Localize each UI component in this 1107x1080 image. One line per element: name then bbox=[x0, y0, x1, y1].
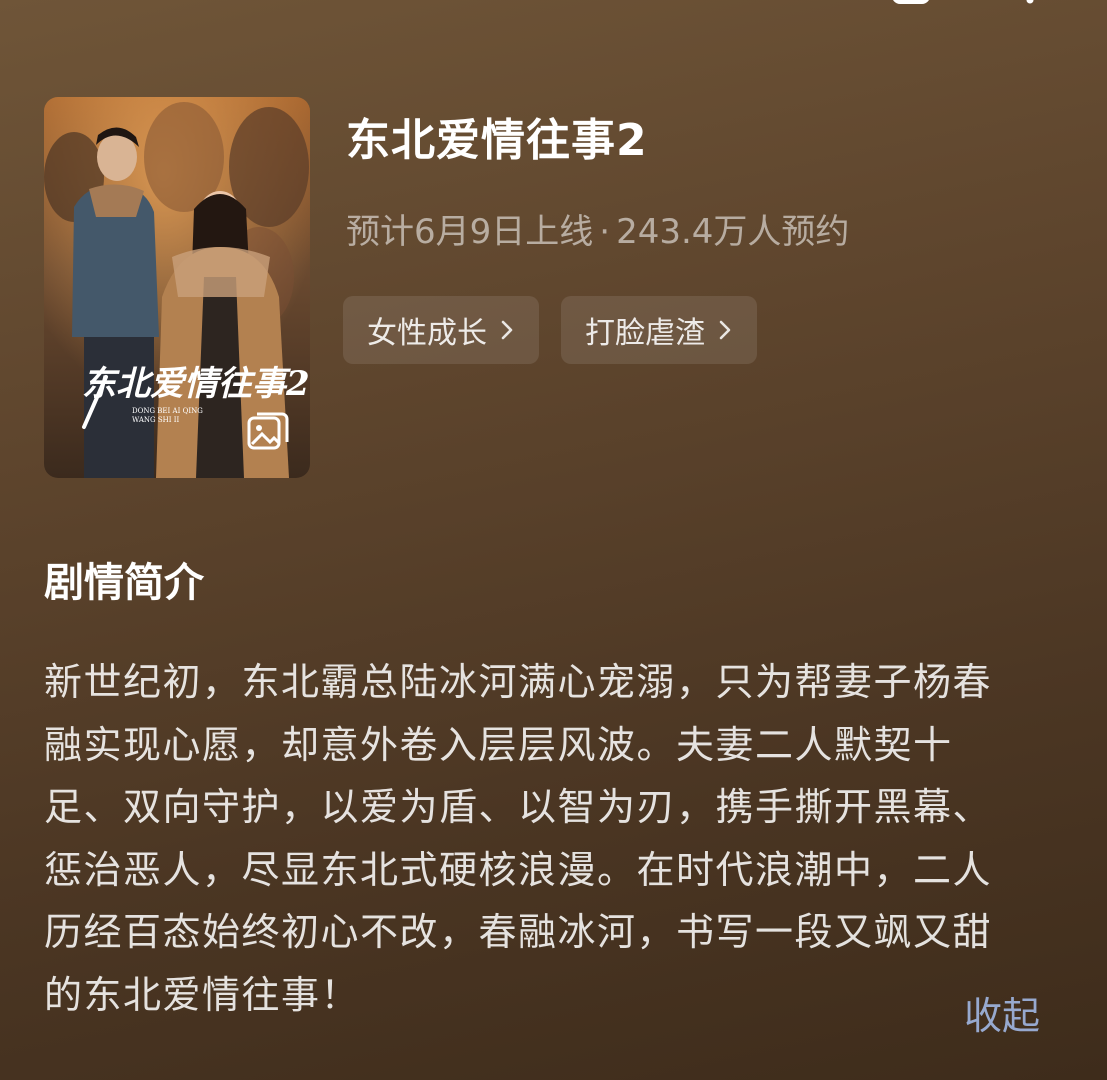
share-icon[interactable] bbox=[888, 0, 934, 6]
chevron-right-icon bbox=[501, 320, 513, 340]
collapse-link[interactable]: 收起 bbox=[964, 989, 1040, 1043]
tag-list: 女性成长 打脸虐渣 bbox=[343, 296, 757, 364]
gallery-icon bbox=[247, 412, 289, 450]
tag-chip[interactable]: 女性成长 bbox=[343, 296, 539, 364]
tag-label: 打脸虐渣 bbox=[585, 316, 705, 351]
show-title: 东北爱情往事2 bbox=[346, 115, 648, 166]
release-meta: 预计6月9日上线 · 243.4万人预约 bbox=[346, 204, 849, 253]
top-nav-bar bbox=[0, 0, 1107, 6]
more-icon[interactable] bbox=[1010, 0, 1050, 6]
synopsis-text: 新世纪初，东北霸总陆冰河满心宠溺，只为帮妻子杨春 融实现心愿，却意外卷入层层风波… bbox=[44, 660, 993, 1017]
tag-chip[interactable]: 打脸虐渣 bbox=[561, 296, 757, 364]
back-chevron-icon[interactable] bbox=[64, 0, 104, 6]
meta-separator: · bbox=[599, 212, 611, 252]
svg-text:东北爱情往事2: 东北爱情往事2 bbox=[82, 364, 310, 404]
poster-image[interactable]: 东北爱情往事2 DONG BEI AI QING WANG SHI II bbox=[44, 97, 310, 478]
chevron-right-icon bbox=[719, 320, 731, 340]
synopsis-heading: 剧情简介 bbox=[44, 560, 204, 606]
release-date: 预计6月9日上线 bbox=[346, 212, 594, 252]
svg-text:WANG SHI II: WANG SHI II bbox=[132, 416, 179, 424]
tag-label: 女性成长 bbox=[367, 316, 487, 351]
reservation-count: 243.4万人预约 bbox=[616, 212, 850, 252]
svg-text:DONG BEI AI QING: DONG BEI AI QING bbox=[132, 407, 203, 415]
